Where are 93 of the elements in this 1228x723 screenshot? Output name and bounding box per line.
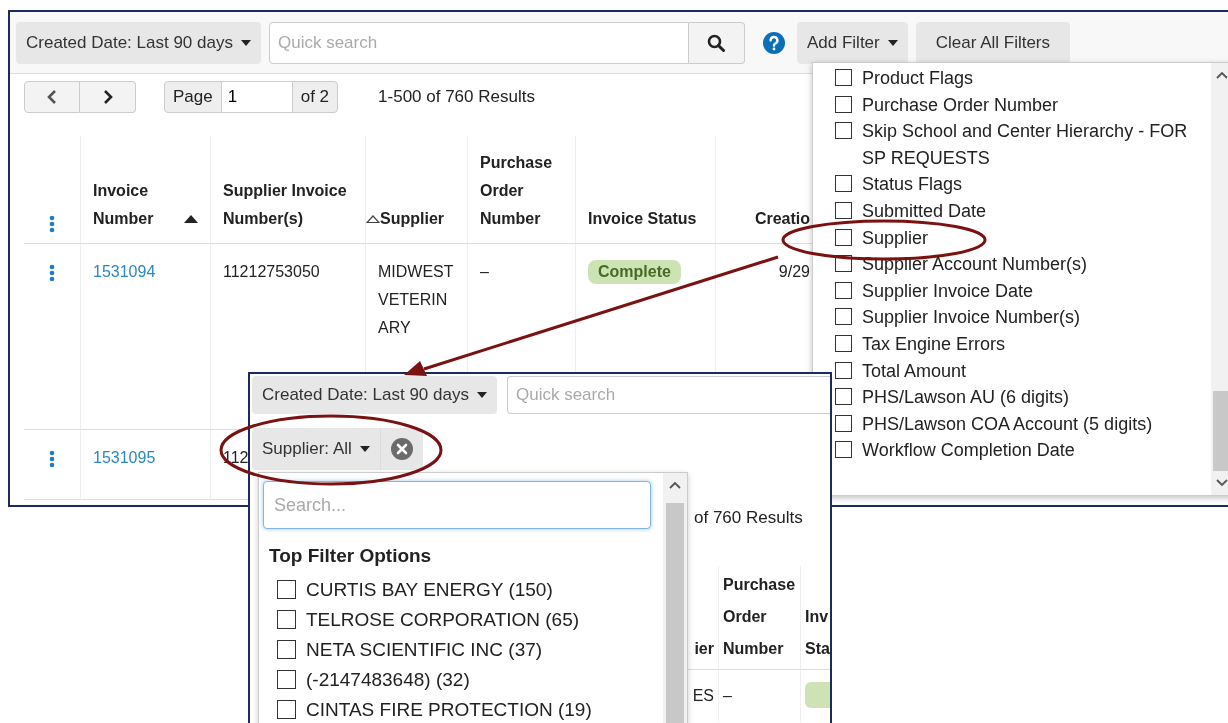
clear-filters-button[interactable]: Clear All Filters: [915, 21, 1071, 64]
checkbox[interactable]: [835, 228, 852, 246]
filter-option[interactable]: NETA SCIENTIFIC INC (37): [263, 635, 663, 665]
chevron-up-icon: [1216, 71, 1228, 79]
table-cell: –: [480, 263, 489, 280]
checkbox[interactable]: [835, 122, 852, 140]
remove-icon[interactable]: [390, 438, 413, 460]
search-icon: [707, 33, 726, 52]
column-header[interactable]: Invoice Number: [93, 177, 176, 233]
filter-option[interactable]: PHS/Lawson COA Account (5 digits): [835, 410, 1211, 438]
column-header[interactable]: Purchase Order Number: [723, 569, 796, 665]
status-badge: Complete: [588, 260, 681, 284]
column-header[interactable]: Supplier Invoice Number(s): [223, 177, 353, 233]
checkbox[interactable]: [277, 670, 296, 689]
supplier-filter-button[interactable]: Supplier: All: [252, 428, 381, 470]
filter-option[interactable]: Supplier Account Number(s): [835, 251, 1211, 278]
checkbox[interactable]: [835, 334, 852, 352]
next-page-button[interactable]: [80, 81, 136, 113]
checkbox[interactable]: [277, 700, 296, 719]
section-heading: Top Filter Options: [269, 545, 433, 567]
filter-option[interactable]: Skip School and Center Hierarchy - FOR SP REQUESTS: [835, 118, 1211, 172]
filter-option[interactable]: Submitted Date: [835, 197, 1211, 225]
table-cell: –: [723, 687, 732, 704]
chevron-up-icon: [669, 481, 681, 489]
sort-icon: [366, 215, 380, 223]
filter-option[interactable]: PHS/Lawson AU (6 digits): [835, 384, 1211, 411]
results-count: of 760 Results: [694, 508, 803, 527]
help-icon[interactable]: [762, 31, 785, 54]
filter-option[interactable]: (-2147483648) (32): [263, 665, 663, 695]
page-label: Page: [164, 81, 222, 113]
checkbox[interactable]: [835, 95, 852, 113]
filter-option[interactable]: Product Flags: [835, 65, 1211, 92]
filter-option[interactable]: Purchase Order Number: [835, 91, 1211, 119]
results-count: 1-500 of 760 Results: [378, 87, 535, 107]
filter-option[interactable]: CINTAS FIRE PROTECTION (19): [263, 695, 663, 723]
scrollbar[interactable]: [1211, 63, 1228, 495]
checkbox[interactable]: [835, 441, 852, 459]
sort-ascending-icon: [184, 215, 198, 223]
search-field[interactable]: Quick search: [268, 21, 689, 64]
checkbox[interactable]: [835, 414, 852, 432]
chevron-down-icon: [1216, 479, 1228, 487]
checkbox[interactable]: [835, 308, 852, 326]
invoice-link[interactable]: 1531094: [93, 263, 156, 280]
checkbox[interactable]: [277, 640, 296, 659]
table-cell: 11212753050: [223, 263, 320, 280]
filter-option[interactable]: Status Flags: [835, 171, 1211, 198]
filter-option[interactable]: TELROSE CORPORATION (65): [263, 605, 663, 635]
checkbox[interactable]: [835, 388, 852, 406]
invoice-link[interactable]: 1531095: [93, 449, 156, 466]
kebab-icon: [49, 215, 55, 233]
kebab-icon: [49, 264, 55, 282]
chevron-right-icon: [102, 90, 113, 104]
column-header[interactable]: ier: [694, 633, 714, 665]
search-button[interactable]: [688, 21, 745, 64]
column-header[interactable]: Purchase Order Number: [480, 149, 563, 233]
scrollbar[interactable]: [663, 473, 687, 723]
caret-icon: [476, 392, 487, 398]
filter-option[interactable]: Supplier Invoice Number(s): [835, 304, 1211, 331]
column-header[interactable]: Inv Sta: [805, 601, 830, 665]
add-filter-button[interactable]: Add Filter: [796, 21, 908, 64]
column-header[interactable]: Supplier: [380, 205, 444, 233]
caret-icon: [359, 446, 370, 452]
filter-option[interactable]: Supplier Invoice Date: [835, 277, 1211, 305]
column-header[interactable]: Creatio: [754, 205, 810, 233]
filter-option[interactable]: CURTIS BAY ENERGY (150): [263, 575, 663, 605]
checkbox[interactable]: [835, 201, 852, 219]
checkbox[interactable]: [277, 610, 296, 629]
caret-icon: [240, 39, 251, 46]
filter-option[interactable]: Supplier: [835, 224, 1211, 252]
checkbox[interactable]: [277, 580, 296, 599]
page-number-field[interactable]: 1: [221, 81, 292, 113]
scrollbar-thumb[interactable]: [1213, 391, 1228, 471]
caret-icon: [887, 39, 898, 46]
filter-option[interactable]: Total Amount: [835, 357, 1211, 385]
search-field[interactable]: Quick search: [506, 376, 830, 414]
checkbox[interactable]: [835, 175, 852, 193]
table-cell: 9/29: [778, 263, 810, 280]
date-filter-button[interactable]: Created Date: Last 90 days: [252, 376, 497, 414]
kebab-icon: [49, 450, 55, 468]
table-cell-text: MIDWEST VETERINARY: [378, 262, 455, 338]
checkbox[interactable]: [835, 361, 852, 379]
scrollbar-thumb[interactable]: [666, 503, 684, 723]
filter-option[interactable]: Workflow Completion Date: [835, 437, 1211, 464]
filter-option[interactable]: Tax Engine Errors: [835, 330, 1211, 358]
checkbox[interactable]: [835, 281, 852, 299]
chevron-left-icon: [47, 90, 57, 104]
checkbox[interactable]: [835, 69, 852, 86]
page-total: of 2: [291, 81, 339, 113]
table-cell: ES: [692, 687, 714, 704]
search-field[interactable]: Search...: [263, 481, 651, 529]
status-badge: [805, 682, 830, 708]
date-filter-button[interactable]: Created Date: Last 90 days: [16, 21, 261, 64]
column-header[interactable]: Invoice Status: [588, 205, 697, 233]
